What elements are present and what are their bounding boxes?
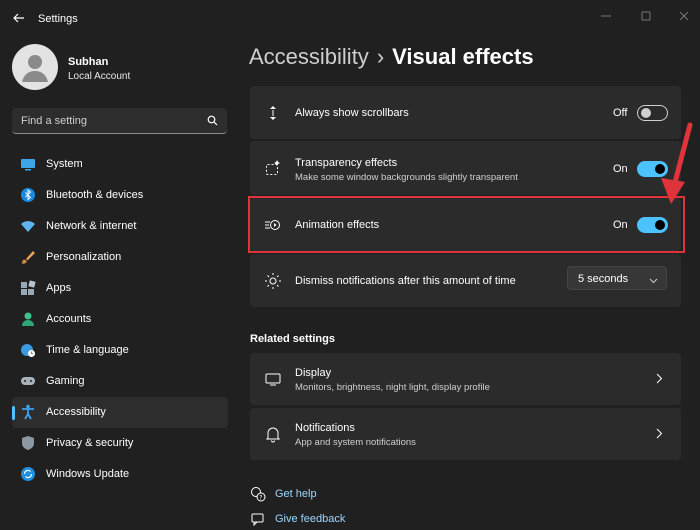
account-type: Local Account: [68, 71, 131, 82]
avatar: [12, 44, 58, 90]
setting-title: Notifications: [295, 422, 355, 434]
bell-icon: [264, 425, 282, 443]
link-label: Give feedback: [275, 513, 346, 525]
back-arrow-icon[interactable]: [12, 11, 26, 25]
animation-setting: Animation effects On: [250, 198, 681, 251]
toggle-knob: [655, 220, 665, 230]
sidebar-item-bluetooth[interactable]: Bluetooth & devices: [12, 180, 228, 211]
toggle-state-label: On: [613, 219, 628, 231]
title-bar: Settings: [0, 0, 700, 36]
setting-title: Always show scrollbars: [295, 107, 409, 119]
toggle-state-label: On: [613, 163, 628, 175]
apps-icon: [20, 280, 36, 296]
breadcrumb-separator: ›: [376, 44, 385, 69]
animation-toggle[interactable]: [637, 217, 668, 233]
sidebar-item-label: Apps: [46, 282, 72, 294]
sidebar-item-accessibility[interactable]: Accessibility: [12, 397, 228, 428]
sidebar-item-label: Network & internet: [46, 220, 137, 232]
shield-icon: [20, 435, 36, 451]
globe-clock-icon: [20, 342, 36, 358]
related-settings-heading: Related settings: [250, 333, 335, 345]
notification-timeout-setting: Dismiss notifications after this amount …: [250, 254, 681, 307]
monitor-icon: [20, 156, 36, 172]
chevron-right-icon: [656, 428, 663, 442]
notifications-link-card[interactable]: Notifications App and system notificatio…: [250, 408, 681, 460]
sidebar-item-personalization[interactable]: Personalization: [12, 242, 228, 273]
scrollbar-icon: [264, 104, 282, 122]
sidebar-item-label: Time & language: [46, 344, 129, 356]
setting-description: App and system notifications: [295, 437, 416, 448]
person-icon: [20, 311, 36, 327]
setting-description: Monitors, brightness, night light, displ…: [295, 382, 490, 393]
display-icon: [264, 370, 282, 388]
chevron-down-icon: [649, 275, 658, 287]
setting-title: Transparency effects: [295, 157, 398, 169]
sidebar-item-apps[interactable]: Apps: [12, 273, 228, 304]
sidebar-item-windows-update[interactable]: Windows Update: [12, 459, 228, 490]
bluetooth-icon: [20, 187, 36, 203]
minimize-icon[interactable]: [598, 8, 614, 24]
sidebar-item-label: Accessibility: [46, 406, 106, 418]
toggle-knob: [655, 164, 665, 174]
transparency-setting: Transparency effects Make some window ba…: [250, 141, 681, 195]
sidebar-nav: System Bluetooth & devices Network & int…: [12, 149, 228, 490]
sidebar-item-gaming[interactable]: Gaming: [12, 366, 228, 397]
help-icon: ?: [250, 486, 266, 505]
get-help-link[interactable]: ? Get help: [250, 484, 450, 504]
gamepad-icon: [20, 373, 36, 389]
toggle-knob: [641, 108, 651, 118]
notification-timeout-dropdown[interactable]: 5 seconds: [567, 266, 667, 290]
sidebar-item-label: Gaming: [46, 375, 85, 387]
sun-icon: [264, 272, 282, 290]
search-icon: [207, 115, 218, 129]
setting-title: Dismiss notifications after this amount …: [295, 275, 516, 287]
breadcrumb: Accessibility › Visual effects: [249, 44, 534, 70]
user-profile[interactable]: Subhan Local Account: [12, 42, 222, 92]
link-label: Get help: [275, 488, 317, 500]
sidebar-item-label: Personalization: [46, 251, 122, 263]
setting-description: Make some window backgrounds slightly tr…: [295, 172, 518, 183]
toggle-state-label: Off: [613, 107, 628, 119]
setting-title: Animation effects: [295, 219, 380, 231]
dropdown-value: 5 seconds: [578, 273, 629, 285]
sidebar-item-time-language[interactable]: Time & language: [12, 335, 228, 366]
active-indicator: [12, 406, 15, 420]
scrollbars-toggle[interactable]: [637, 105, 668, 121]
transparency-toggle[interactable]: [637, 161, 668, 177]
breadcrumb-parent[interactable]: Accessibility: [249, 44, 369, 69]
sidebar-item-label: Accounts: [46, 313, 92, 325]
search-placeholder: Find a setting: [21, 115, 88, 127]
sidebar-item-network[interactable]: Network & internet: [12, 211, 228, 242]
animation-icon: [264, 216, 282, 234]
accessibility-icon: [20, 404, 36, 420]
brush-icon: [20, 249, 36, 265]
update-icon: [20, 466, 36, 482]
sidebar-item-privacy[interactable]: Privacy & security: [12, 428, 228, 459]
user-name: Subhan: [68, 56, 109, 68]
feedback-icon: [250, 511, 266, 530]
sidebar-item-system[interactable]: System: [12, 149, 228, 180]
scrollbars-setting: Always show scrollbars Off: [250, 86, 681, 139]
maximize-icon[interactable]: [638, 8, 654, 24]
chevron-right-icon: [656, 373, 663, 387]
sidebar-item-label: Windows Update: [46, 468, 130, 480]
sidebar-item-label: Bluetooth & devices: [46, 189, 144, 201]
sidebar-item-accounts[interactable]: Accounts: [12, 304, 228, 335]
sidebar-item-label: System: [46, 158, 83, 170]
give-feedback-link[interactable]: Give feedback: [250, 509, 450, 529]
transparency-icon: [264, 159, 282, 177]
wifi-icon: [20, 218, 36, 234]
svg-text:?: ?: [259, 495, 262, 502]
sidebar-item-label: Privacy & security: [46, 437, 134, 449]
close-icon[interactable]: [676, 8, 692, 24]
setting-title: Display: [295, 367, 332, 379]
page-title: Visual effects: [392, 44, 534, 69]
search-input[interactable]: Find a setting: [12, 108, 227, 134]
window-title: Settings: [38, 13, 78, 25]
display-link-card[interactable]: Display Monitors, brightness, night ligh…: [250, 353, 681, 405]
